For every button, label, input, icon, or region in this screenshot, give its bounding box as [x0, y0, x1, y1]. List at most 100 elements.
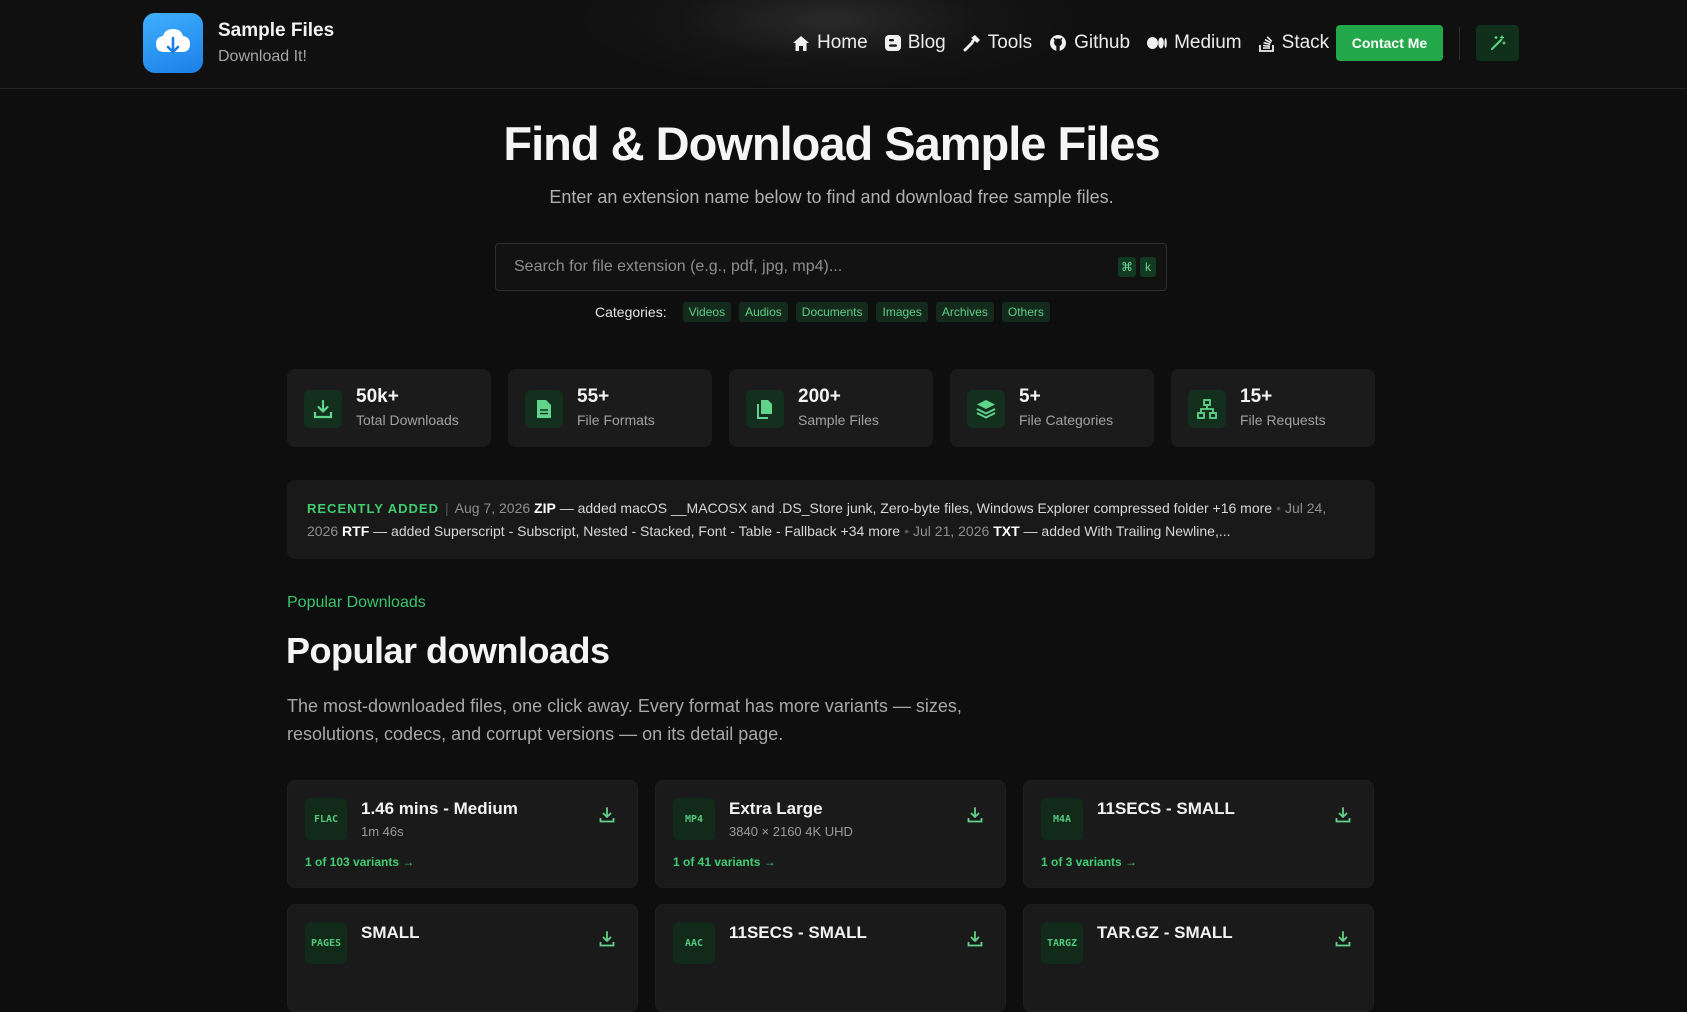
nav-item-stack[interactable]: Stack — [1258, 32, 1330, 54]
nav-label: Medium — [1174, 32, 1242, 53]
category-videos[interactable]: Videos — [682, 302, 732, 322]
popular-description: The most-downloaded files, one click awa… — [287, 696, 962, 744]
main-nav: Home Blog Tools Github Medium Stack — [792, 25, 1687, 61]
nav-item-medium[interactable]: Medium — [1147, 32, 1242, 54]
popular-title: Popular downloads — [286, 630, 610, 671]
shortcut-key-k: k — [1140, 257, 1156, 277]
download-icon — [304, 390, 342, 428]
brand-title: Sample Files — [218, 20, 335, 41]
file-type-badge: FLAC — [305, 798, 347, 840]
recent-date: Jul 21, 2026 — [913, 523, 990, 539]
github-icon — [1050, 35, 1067, 51]
nav-item-github[interactable]: Github — [1049, 32, 1130, 54]
recent-date: Aug 7, 2026 — [454, 500, 531, 516]
search-box: ⌘ k — [495, 243, 1167, 291]
recent-format: RTF — [342, 523, 370, 539]
download-card-aac[interactable]: AAC 11SECS - SMALL — [655, 904, 1006, 1012]
file-icon — [525, 390, 563, 428]
card-subtitle: 1m 46s — [361, 824, 404, 839]
recently-added-tag: RECENTLY ADDED — [307, 501, 439, 516]
stat-label: File Requests — [1240, 412, 1326, 428]
categories-bar: Categories: Videos Audios Documents Imag… — [595, 302, 1058, 322]
download-icon[interactable] — [967, 807, 983, 823]
card-subtitle: 3840 × 2160 4K UHD — [729, 824, 853, 839]
variants-link[interactable]: 1 of 41 variants → — [673, 855, 776, 869]
contact-me-button[interactable]: Contact Me — [1336, 25, 1443, 61]
download-icon[interactable] — [1335, 931, 1351, 947]
categories-label: Categories: — [595, 304, 667, 320]
stat-value: 50k+ — [356, 386, 399, 407]
stat-card-samples: 200+ Sample Files — [729, 369, 933, 447]
download-card-pages[interactable]: PAGES SMALL — [287, 904, 638, 1012]
stat-card-downloads: 50k+ Total Downloads — [287, 369, 491, 447]
nav-label: Blog — [907, 32, 946, 53]
stat-label: Total Downloads — [356, 412, 459, 428]
download-card-m4a[interactable]: M4A 11SECS - SMALL 1 of 3 variants → — [1023, 780, 1374, 888]
variants-link[interactable]: 1 of 3 variants → — [1041, 855, 1137, 869]
stackoverflow-icon — [1258, 36, 1274, 52]
stat-label: File Formats — [577, 412, 655, 428]
stat-card-requests: 15+ File Requests — [1171, 369, 1375, 447]
nav-item-blog[interactable]: Blog — [884, 32, 946, 54]
cloud-download-icon — [143, 13, 203, 73]
card-title: Extra Large — [729, 799, 823, 818]
brand-subtitle: Download It! — [218, 48, 307, 65]
download-icon[interactable] — [1335, 807, 1351, 823]
card-title: 11SECS - SMALL — [729, 923, 867, 942]
stat-value: 5+ — [1019, 386, 1041, 407]
card-title: 1.46 mins - Medium — [361, 799, 518, 818]
hero-title: Find & Download Sample Files — [503, 117, 1160, 170]
nav-label: Home — [817, 32, 868, 53]
stat-card-categories: 5+ File Categories — [950, 369, 1154, 447]
category-archives[interactable]: Archives — [935, 302, 994, 322]
file-type-badge: TARGZ — [1041, 922, 1083, 964]
file-type-badge: PAGES — [305, 922, 347, 964]
nav-label: Github — [1074, 32, 1131, 53]
sitemap-icon — [1188, 390, 1226, 428]
recent-text: — added Superscript - Subscript, Nested … — [373, 523, 901, 539]
layers-icon — [967, 390, 1005, 428]
nav-item-home[interactable]: Home — [792, 32, 868, 54]
theme-toggle-button[interactable] — [1476, 25, 1519, 61]
hammer-icon — [963, 35, 980, 52]
stat-label: File Categories — [1019, 412, 1114, 428]
variants-link[interactable]: 1 of 103 variants → — [305, 855, 414, 869]
file-type-badge: AAC — [673, 922, 715, 964]
stat-value: 55+ — [577, 386, 610, 407]
category-audios[interactable]: Audios — [739, 302, 788, 322]
download-card-targz[interactable]: TARGZ TAR.GZ - SMALL — [1023, 904, 1374, 1012]
card-title: TAR.GZ - SMALL — [1097, 923, 1233, 942]
file-type-badge: M4A — [1041, 798, 1083, 840]
nav-item-tools[interactable]: Tools — [963, 32, 1032, 54]
blogger-icon — [884, 35, 901, 51]
home-icon — [793, 35, 809, 51]
category-documents[interactable]: Documents — [795, 302, 869, 322]
medium-icon — [1147, 37, 1167, 49]
copy-files-icon — [746, 390, 784, 428]
nav-label: Stack — [1281, 32, 1330, 53]
category-others[interactable]: Others — [1001, 302, 1050, 322]
header-divider — [1459, 27, 1460, 60]
shortcut-key-cmd: ⌘ — [1118, 257, 1136, 277]
stat-card-formats: 55+ File Formats — [508, 369, 712, 447]
recent-format: ZIP — [534, 500, 556, 516]
brand[interactable]: Sample Files Download It! — [143, 13, 334, 73]
recent-text: — added macOS __MACOSX and .DS_Store jun… — [559, 500, 1273, 516]
download-card-mp4[interactable]: MP4 Extra Large 3840 × 2160 4K UHD 1 of … — [655, 780, 1006, 888]
download-card-flac[interactable]: FLAC 1.46 mins - Medium 1m 46s 1 of 103 … — [287, 780, 638, 888]
recently-added-banner[interactable]: RECENTLY ADDED | Aug 7, 2026 ZIP — added m… — [287, 480, 1375, 559]
card-title: 11SECS - SMALL — [1097, 799, 1235, 818]
download-icon[interactable] — [599, 931, 615, 947]
category-images[interactable]: Images — [876, 302, 928, 322]
stat-value: 200+ — [798, 386, 841, 407]
recent-text: — added With Trailing Newline,... — [1023, 523, 1231, 539]
stat-value: 15+ — [1240, 386, 1273, 407]
magic-wand-icon — [1490, 35, 1506, 50]
download-icon[interactable] — [967, 931, 983, 947]
download-icon[interactable] — [599, 807, 615, 823]
file-type-badge: MP4 — [673, 798, 715, 840]
nav-label: Tools — [987, 32, 1033, 53]
search-input[interactable] — [496, 244, 1096, 290]
site-header: Sample Files Download It! Home Blog Tool… — [0, 0, 1687, 89]
popular-eyebrow: Popular Downloads — [287, 594, 426, 611]
